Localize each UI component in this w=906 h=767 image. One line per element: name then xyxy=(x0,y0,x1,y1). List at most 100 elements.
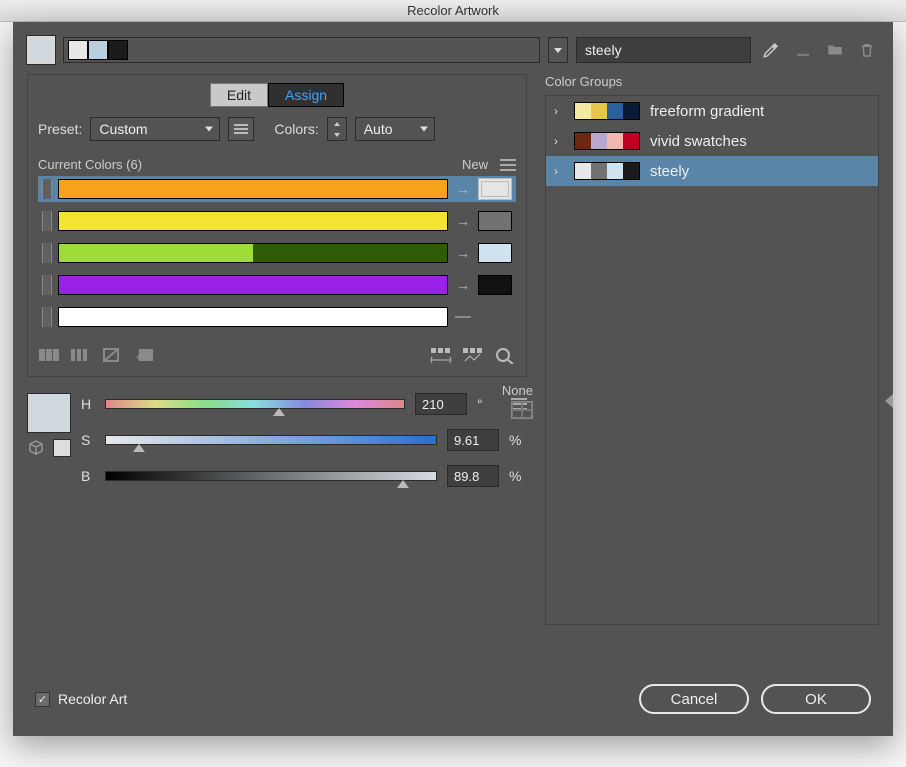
assign-arrow-icon[interactable]: → xyxy=(454,181,472,197)
new-color-swatch[interactable] xyxy=(478,275,512,295)
color-rows: → → → → — xyxy=(38,176,516,330)
color-group-strip[interactable] xyxy=(63,37,540,63)
color-group-item[interactable]: ›steely xyxy=(546,156,878,186)
row-handle[interactable] xyxy=(42,179,52,199)
window-titlebar: Recolor Artwork xyxy=(0,0,906,22)
gamut-swatch[interactable] xyxy=(53,439,71,457)
trash-icon[interactable] xyxy=(855,38,879,62)
color-group-label: vivid swatches xyxy=(650,133,747,150)
footer-buttons: Cancel OK xyxy=(639,684,871,714)
color-groups-list: › freeform gradient › vivid swatches ›steely xyxy=(545,95,879,625)
sat-row: S % xyxy=(81,429,527,451)
hue-slider[interactable] xyxy=(105,399,405,409)
color-group-name-input[interactable] xyxy=(576,37,751,63)
chevron-right-icon[interactable]: › xyxy=(554,164,564,178)
assign-arrow-icon[interactable]: → xyxy=(454,245,472,261)
find-in-wheel-icon[interactable] xyxy=(494,346,516,364)
hue-unit: ° xyxy=(477,396,495,412)
color-row[interactable]: — xyxy=(38,304,516,330)
color-group-label: freeform gradient xyxy=(650,103,764,120)
tab-assign[interactable]: Assign xyxy=(268,83,344,107)
flyout-menu-icon[interactable] xyxy=(500,159,516,171)
recolor-art-checkbox[interactable]: ✓ Recolor Art xyxy=(35,691,127,707)
bri-unit: % xyxy=(509,468,527,484)
out-of-gamut-icon[interactable] xyxy=(27,439,45,457)
header-row xyxy=(13,22,893,64)
save-group-icon[interactable] xyxy=(791,38,815,62)
randomize-order-icon[interactable] xyxy=(430,346,452,364)
colors-stepper[interactable] xyxy=(327,117,347,141)
hue-value[interactable] xyxy=(415,393,467,415)
current-color-bar[interactable] xyxy=(58,243,448,263)
group-dropdown[interactable] xyxy=(548,37,568,63)
row-handle[interactable] xyxy=(42,243,52,263)
row-handle[interactable] xyxy=(42,307,52,327)
active-colors-swatch[interactable] xyxy=(27,36,55,64)
new-color-swatch[interactable] xyxy=(478,243,512,263)
randomize-sat-icon[interactable] xyxy=(462,346,484,364)
separate-icon[interactable] xyxy=(70,346,92,364)
current-color-bar[interactable] xyxy=(58,179,448,199)
cancel-button[interactable]: Cancel xyxy=(639,684,749,714)
tab-edit[interactable]: Edit xyxy=(210,83,268,107)
ok-button[interactable]: OK xyxy=(761,684,871,714)
color-groups-title: Color Groups xyxy=(545,74,879,89)
group-swatch[interactable] xyxy=(108,40,128,60)
color-row[interactable]: → xyxy=(38,176,516,202)
sat-value[interactable] xyxy=(447,429,499,451)
hue-label: H xyxy=(81,396,95,412)
svg-text:+: + xyxy=(135,350,142,364)
eyedropper-icon[interactable] xyxy=(759,38,783,62)
assign-arrow-icon[interactable]: → xyxy=(454,277,472,293)
tab-bar: Edit Assign xyxy=(38,83,516,107)
none-label: None xyxy=(502,383,533,398)
merge-icon[interactable] xyxy=(38,346,60,364)
chevron-right-icon[interactable]: › xyxy=(554,134,564,148)
preset-options-button[interactable] xyxy=(228,117,254,141)
new-label: New xyxy=(462,157,488,172)
color-row[interactable]: → xyxy=(38,240,516,266)
exclude-icon[interactable] xyxy=(102,346,124,364)
row-handle[interactable] xyxy=(42,211,52,231)
current-colors-header: Current Colors (6) New xyxy=(38,157,516,172)
current-color-bar[interactable] xyxy=(58,307,448,327)
panel-collapse-icon[interactable] xyxy=(885,394,893,408)
dialog-body: Edit Assign Preset: Custom Colors: Auto xyxy=(13,64,893,625)
group-swatch-strip xyxy=(574,102,640,120)
folder-icon[interactable] xyxy=(823,38,847,62)
new-color-swatch[interactable] xyxy=(478,178,512,200)
group-swatch[interactable] xyxy=(88,40,108,60)
dialog-footer: ✓ Recolor Art Cancel OK xyxy=(13,668,893,736)
color-group-item[interactable]: › vivid swatches xyxy=(546,126,878,156)
color-row[interactable]: → xyxy=(38,272,516,298)
color-row[interactable]: → xyxy=(38,208,516,234)
bri-label: B xyxy=(81,468,95,484)
edit-assign-panel: Edit Assign Preset: Custom Colors: Auto xyxy=(27,74,527,377)
sat-unit: % xyxy=(509,432,527,448)
row-handle[interactable] xyxy=(42,275,52,295)
checkbox-icon: ✓ xyxy=(35,692,50,707)
new-row-icon[interactable]: + xyxy=(134,346,156,364)
preset-select[interactable]: Custom xyxy=(90,117,220,141)
current-color-bar[interactable] xyxy=(58,211,448,231)
new-color-swatch[interactable] xyxy=(478,211,512,231)
bri-slider[interactable] xyxy=(105,471,437,481)
chevron-right-icon[interactable]: › xyxy=(554,104,564,118)
colors-select[interactable]: Auto xyxy=(355,117,435,141)
current-color-bar[interactable] xyxy=(58,275,448,295)
none-swatch[interactable]: . xyxy=(511,401,533,419)
preset-row: Preset: Custom Colors: Auto xyxy=(38,117,516,141)
chevron-down-icon xyxy=(554,48,562,53)
group-swatch-strip xyxy=(574,162,640,180)
current-color-swatch[interactable] xyxy=(27,393,71,433)
sat-slider[interactable] xyxy=(105,435,437,445)
preset-label: Preset: xyxy=(38,121,82,137)
bri-row: B % xyxy=(81,465,527,487)
color-group-item[interactable]: › freeform gradient xyxy=(546,96,878,126)
group-swatch[interactable] xyxy=(68,40,88,60)
bri-value[interactable] xyxy=(447,465,499,487)
current-colors-label: Current Colors (6) xyxy=(38,157,142,172)
dialog-window: Edit Assign Preset: Custom Colors: Auto xyxy=(13,22,893,736)
assign-arrow-icon[interactable]: → xyxy=(454,213,472,229)
recolor-art-label: Recolor Art xyxy=(58,691,127,707)
